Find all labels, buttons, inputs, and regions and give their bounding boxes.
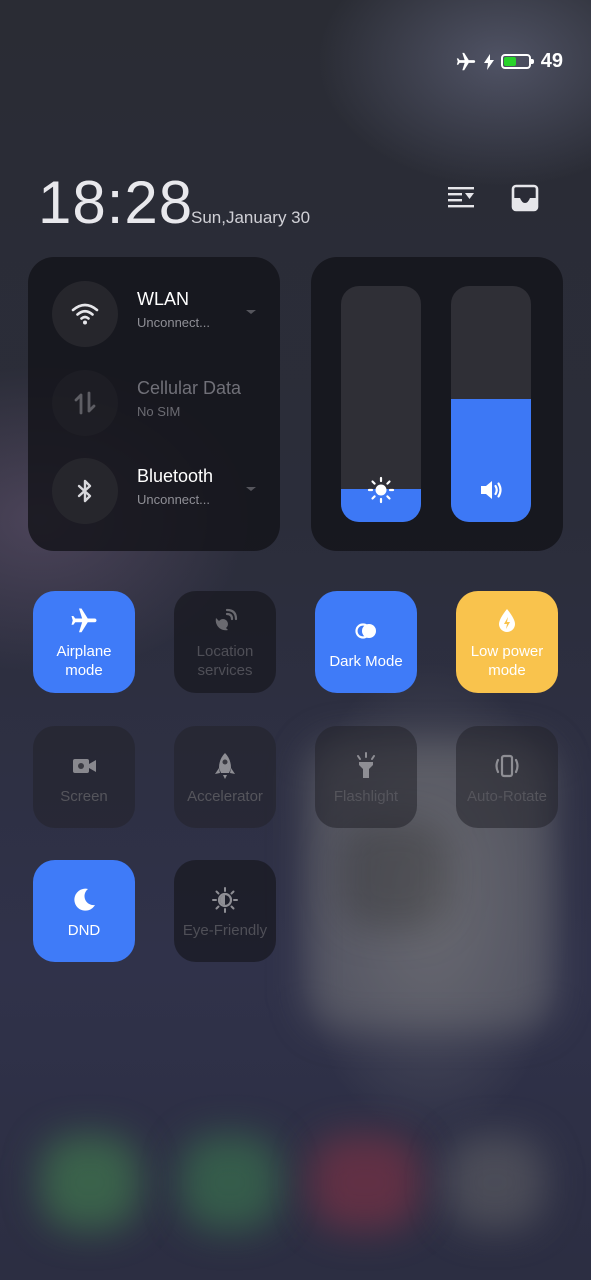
dark-mode-tile[interactable]: Dark Mode [315, 591, 417, 693]
location-services-tile[interactable]: Location services [174, 591, 276, 693]
location-services-label: Location services [197, 642, 254, 680]
eye-comfort-icon [210, 885, 240, 915]
clock-time: 18:28 [38, 169, 194, 236]
connectivity-panel: WLAN Unconnect... Cellular Data No SIM B… [28, 257, 280, 551]
rocket-icon [210, 751, 240, 781]
auto-rotate-tile[interactable]: Auto-Rotate [456, 726, 558, 828]
flashlight-tile[interactable]: Flashlight [315, 726, 417, 828]
wlan-status: Unconnect... [137, 315, 210, 330]
status-bar: 49 [455, 50, 563, 73]
bluetooth-status: Unconnect... [137, 492, 210, 507]
auto-rotate-label: Auto-Rotate [466, 787, 548, 805]
dark-mode-icon [351, 616, 381, 646]
wifi-icon [52, 281, 118, 347]
label-line: Location [196, 643, 254, 660]
flashlight-label: Flashlight [333, 787, 399, 805]
eye-friendly-tile[interactable]: Eye-Friendly [174, 860, 276, 962]
chevron-down-icon[interactable] [244, 482, 258, 496]
bolt-icon [483, 53, 495, 70]
cellular-data-label: Cellular Data [137, 378, 242, 398]
sliders-panel [311, 257, 563, 551]
accelerator-tile[interactable]: Accelerator [174, 726, 276, 828]
airplane-icon [69, 606, 99, 636]
blurred-app-icon [310, 1135, 420, 1230]
battery-level: 49 [540, 50, 563, 72]
blurred-app-icon [40, 1135, 140, 1230]
dark-mode-label: Dark Mode [329, 652, 403, 670]
dnd-tile[interactable]: DND [33, 860, 135, 962]
moon-icon [69, 885, 99, 915]
clock-date: Sun,January 30 [191, 208, 311, 227]
cellular-data-toggle[interactable]: Cellular Data No SIM [52, 370, 272, 440]
cellular-data-icon [52, 370, 118, 436]
screen-record-icon [69, 751, 99, 781]
blurred-app-icon [445, 1135, 545, 1230]
airplane-mode-label: Airplane mode [56, 642, 111, 680]
accelerator-label: Accelerator [187, 787, 263, 805]
edit-list-icon[interactable] [446, 183, 476, 213]
bluetooth-toggle[interactable]: Bluetooth Unconnect... [52, 458, 272, 528]
brightness-slider[interactable] [341, 286, 421, 522]
low-power-mode-label: Low power mode [471, 642, 544, 680]
battery-fill [503, 57, 516, 66]
volume-slider[interactable] [451, 286, 531, 522]
wlan-label: WLAN [137, 289, 190, 309]
label-line: services [197, 662, 253, 679]
airplane-icon [455, 51, 477, 73]
dnd-label: DND [67, 921, 101, 939]
label-line: Low power [470, 643, 544, 660]
chevron-down-icon[interactable] [244, 305, 258, 319]
speaker-icon [477, 476, 505, 504]
inbox-icon[interactable] [510, 183, 540, 213]
screen-record-label: Screen [60, 787, 108, 805]
screen-record-tile[interactable]: Screen [33, 726, 135, 828]
label-line: Airplane [56, 643, 112, 660]
low-power-mode-tile[interactable]: Low power mode [456, 591, 558, 693]
eye-friendly-label: Eye-Friendly [182, 921, 268, 939]
battery-icon [500, 54, 534, 69]
wlan-toggle[interactable]: WLAN Unconnect... [52, 281, 272, 351]
auto-rotate-icon [492, 751, 522, 781]
power-saver-icon [492, 606, 522, 636]
blurred-app-icon [180, 1135, 280, 1230]
label-line: mode [488, 662, 526, 679]
bluetooth-icon [52, 458, 118, 524]
sun-icon [367, 476, 395, 504]
label-line: mode [65, 662, 103, 679]
cellular-data-status: No SIM [137, 404, 181, 419]
flashlight-icon [351, 751, 381, 781]
bluetooth-label: Bluetooth [137, 466, 214, 486]
location-icon [210, 606, 240, 636]
blurred-widget-image [340, 820, 450, 930]
airplane-mode-tile[interactable]: Airplane mode [33, 591, 135, 693]
